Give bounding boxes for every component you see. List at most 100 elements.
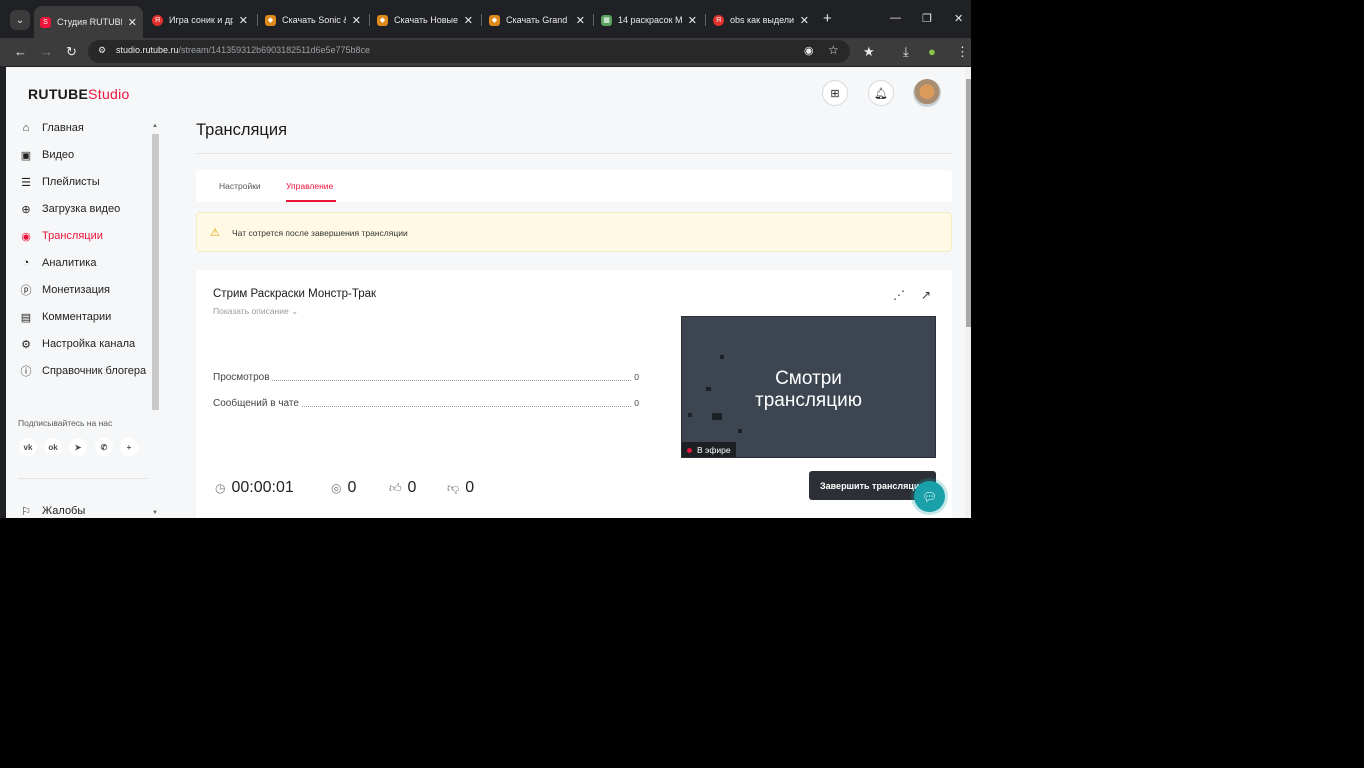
sidebar-item-broadcasts[interactable]: ◉ Трансляции <box>20 227 103 245</box>
minimize-icon[interactable]: — <box>890 12 901 24</box>
dotted-leader <box>213 380 639 381</box>
tab-title: Студия RUTUBE <box>57 17 122 27</box>
likes-value: 0 <box>407 479 417 496</box>
viewers-value: 0 <box>347 479 357 496</box>
yandex-icon: Я <box>152 14 163 26</box>
extensions-icon[interactable]: ★ <box>863 43 875 61</box>
scrollbar-thumb[interactable] <box>966 79 971 327</box>
sidebar-item-channel-settings[interactable]: ⚙ Настройка канала <box>20 335 135 353</box>
download-icon[interactable]: ⤓ <box>903 43 909 61</box>
close-tab-icon[interactable]: ✕ <box>239 14 248 27</box>
rutube-studio-logo[interactable]: RUTUBEStudio <box>28 86 130 102</box>
sidebar-item-label: Жалобы <box>42 505 86 517</box>
tab-search-icon[interactable]: ⌄ <box>10 10 30 30</box>
vk-icon[interactable]: vk <box>19 438 37 456</box>
tab-separator <box>705 14 706 26</box>
sidebar-item-label: Трансляции <box>42 230 103 242</box>
share-icon[interactable]: ⋰ <box>893 288 905 302</box>
browser-tab-3[interactable]: ◆ Скачать Новые ✕ <box>371 8 479 32</box>
close-tab-icon[interactable]: ✕ <box>464 14 473 27</box>
close-tab-icon[interactable]: ✕ <box>352 14 361 27</box>
sidebar-item-label: Плейлисты <box>42 176 100 188</box>
page-tabs: Настройки Управление <box>196 170 952 202</box>
player-overlay-text: Смотри <box>775 368 842 389</box>
sidebar-item-blogger-guide[interactable]: ⓘ Справочник блогера <box>20 362 147 380</box>
chat-bubbles-icon: 💬︎ <box>921 489 938 504</box>
tab-title: Скачать Новые <box>394 15 458 25</box>
close-tab-icon[interactable]: ✕ <box>800 14 809 27</box>
avatar[interactable] <box>913 79 941 107</box>
tab-separator <box>369 14 370 26</box>
close-tab-icon[interactable]: ✕ <box>688 14 697 27</box>
sidebar-item-playlists[interactable]: ☰ Плейлисты <box>20 173 100 191</box>
stream-timer: ◷ 00:00:01 <box>215 479 294 497</box>
live-badge: В эфире <box>682 442 736 457</box>
stream-title: Стрим Раскраски Монстр-Трак <box>213 288 377 300</box>
new-tab-icon[interactable]: + <box>823 11 832 27</box>
sidebar-item-label: Загрузка видео <box>42 203 121 215</box>
browser-tab-6[interactable]: Я obs как выдели ✕ <box>707 8 815 32</box>
tab-separator <box>481 14 482 26</box>
back-icon[interactable]: ← <box>14 43 27 61</box>
close-tab-icon[interactable]: ✕ <box>128 16 137 29</box>
browser-tab-4[interactable]: ◆ Скачать Grand T ✕ <box>483 8 591 32</box>
window-close-icon[interactable]: ✕ <box>954 12 963 25</box>
show-description-link[interactable]: Показать описание ⌄ <box>213 306 298 317</box>
sidebar-item-label: Настройка канала <box>42 338 136 350</box>
address-bar[interactable]: ⚙ studio.rutube.ru/stream/141359312b6903… <box>88 40 850 63</box>
browser-tab-2[interactable]: ◆ Скачать Sonic & ✕ <box>259 8 367 32</box>
sidebar-item-upload[interactable]: ⊕ Загрузка видео <box>20 200 120 218</box>
create-button[interactable]: ⊞ <box>822 80 848 106</box>
sidebar-scrollbar[interactable]: ▲ ▼ <box>151 123 159 518</box>
info-icon: ⓘ <box>20 366 32 378</box>
scroll-up-icon[interactable]: ▲ <box>152 123 158 129</box>
scroll-down-icon[interactable]: ▼ <box>152 510 158 516</box>
active-tab-indicator <box>286 200 336 202</box>
scrollbar-thumb[interactable] <box>152 134 159 410</box>
sidebar-item-comments[interactable]: ▤ Комментарии <box>20 308 112 326</box>
notifications-button[interactable]: 🔔︎ <box>868 80 894 106</box>
eye-icon[interactable]: ◉ <box>804 44 814 57</box>
more-icon[interactable]: + <box>120 438 138 456</box>
download-site-icon: ◆ <box>377 14 388 26</box>
browser-tab-5[interactable]: ▦ 14 раскрасок М ✕ <box>595 8 703 32</box>
sidebar-item-monetization[interactable]: ⓟ Монетизация <box>20 281 110 299</box>
support-chat-button[interactable]: 💬︎ <box>914 481 945 512</box>
browser-tab-0[interactable]: S Студия RUTUBE ✕ <box>34 6 143 38</box>
viber-icon[interactable]: ✆ <box>95 438 113 456</box>
restore-icon[interactable]: ❐ <box>922 12 932 25</box>
page-scrollbar[interactable] <box>965 67 971 518</box>
telegram-icon[interactable]: ➤ <box>69 438 87 456</box>
sidebar-item-video[interactable]: ▣ Видео <box>20 146 74 164</box>
reload-icon[interactable]: ↻ <box>66 43 77 61</box>
stat-chat-messages: Сообщений в чате 0 <box>213 398 639 410</box>
close-tab-icon[interactable]: ✕ <box>576 14 585 27</box>
alert-text: Чат сотрется после завершения трансляции <box>232 228 408 238</box>
comments-icon: ▤ <box>20 311 32 324</box>
tab-management[interactable]: Управление <box>286 181 333 191</box>
forward-icon[interactable]: → <box>40 43 53 61</box>
sidebar: ⌂ Главная ▣ Видео ☰ Плейлисты ⊕ Загрузка вид… <box>6 120 164 518</box>
sidebar-item-home[interactable]: ⌂ Главная <box>20 119 84 137</box>
sidebar-item-complaints[interactable]: ⚐ Жалобы <box>20 502 85 518</box>
sidebar-item-label: Аналитика <box>42 257 97 269</box>
profile-icon[interactable]: ● <box>928 43 936 61</box>
page-title: Трансляция <box>196 121 288 139</box>
menu-icon[interactable]: ⋮ <box>956 43 969 61</box>
tab-settings[interactable]: Настройки <box>219 181 261 191</box>
external-link-icon[interactable]: ↗ <box>921 288 931 302</box>
stream-preview-player[interactable]: Смотри трансляцию В эфире <box>681 316 936 458</box>
upload-icon: ⊕ <box>21 203 31 216</box>
download-site-icon: ◆ <box>489 14 500 26</box>
bookmark-star-icon[interactable]: ☆ <box>828 43 839 57</box>
sidebar-item-analytics[interactable]: ◔ Аналитика <box>20 254 97 272</box>
site-info-icon[interactable]: ⚙ <box>98 45 106 56</box>
tab-title: Скачать Sonic & <box>282 15 346 25</box>
ok-icon[interactable]: ok <box>44 438 62 456</box>
home-icon: ⌂ <box>22 122 30 134</box>
dislikes-value: 0 <box>465 479 475 496</box>
subscribe-title: Подписывайтесь на нас <box>18 418 113 428</box>
rutube-studio-icon: S <box>40 16 51 28</box>
warning-icon: ⚠ <box>210 227 220 239</box>
browser-tab-1[interactable]: Я Игра соник и др ✕ <box>146 8 254 32</box>
